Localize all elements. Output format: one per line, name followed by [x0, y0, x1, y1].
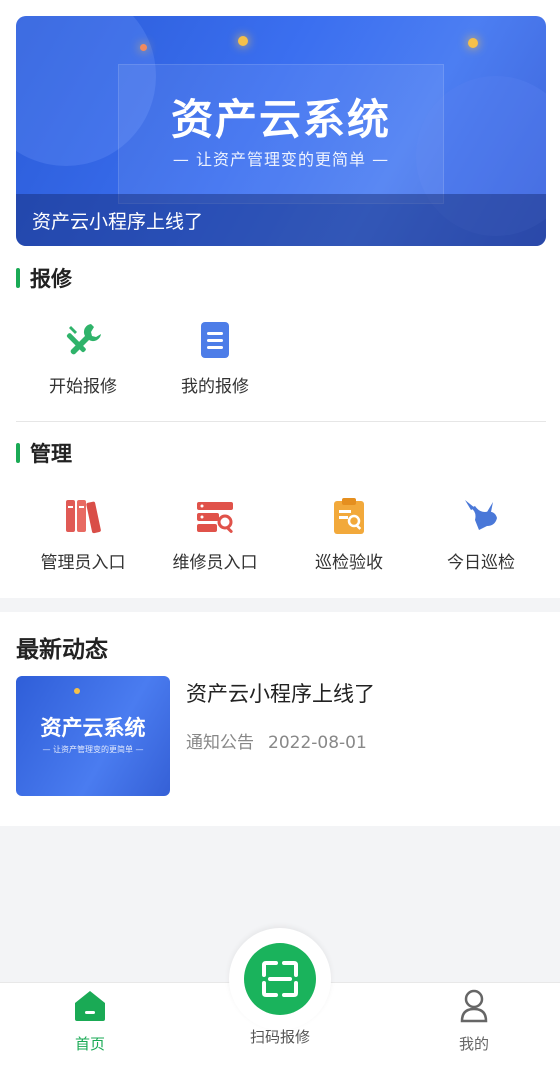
section-header-repair: 报修	[16, 263, 72, 293]
thumb-title: 资产云系统	[40, 716, 146, 740]
section-title: 管理	[30, 442, 72, 466]
scan-repair-button[interactable]	[244, 943, 316, 1015]
document-icon	[195, 320, 235, 360]
banner-light-dot	[140, 44, 147, 51]
start-repair-button[interactable]: 开始报修	[18, 320, 148, 400]
admin-entry-button[interactable]: 管理员入口	[18, 496, 148, 576]
clipboard-check-icon	[329, 496, 369, 536]
thumb-subtitle: — 让资产管理变的更简单 —	[42, 745, 144, 754]
section-accent-bar	[16, 268, 20, 288]
news-item-title[interactable]: 资产云小程序上线了	[186, 678, 375, 708]
thumb-light-dot	[74, 688, 80, 694]
wrench-screwdriver-icon	[63, 320, 103, 360]
repairer-entry-button[interactable]: 维修员入口	[150, 496, 280, 576]
banner-carousel[interactable]: 资产云系统 — 让资产管理变的更简单 — 资产云小程序上线了	[16, 16, 546, 246]
news-thumbnail[interactable]: 资产云系统 — 让资产管理变的更简单 —	[16, 676, 170, 796]
banner-light-dot	[468, 38, 478, 48]
today-inspection-label: 今日巡检	[447, 553, 515, 573]
section-divider	[16, 421, 546, 422]
news-item-category: 通知公告	[186, 733, 254, 753]
user-icon	[460, 989, 488, 1023]
banner-light-dot	[238, 36, 248, 46]
section-accent-bar	[16, 443, 20, 463]
tab-mine-label: 我的	[458, 1035, 489, 1053]
start-repair-label: 开始报修	[49, 377, 117, 397]
news-section-title: 最新动态	[16, 637, 108, 663]
banner-caption-bar: 资产云小程序上线了	[16, 194, 546, 246]
news-item-meta: 通知公告 2022-08-01	[186, 728, 367, 753]
today-inspection-button[interactable]: 今日巡检	[416, 496, 546, 576]
server-search-icon	[195, 496, 235, 536]
bull-icon	[461, 496, 501, 536]
scan-icon	[262, 961, 298, 997]
my-repairs-label: 我的报修	[181, 377, 249, 397]
inspection-acceptance-label: 巡检验收	[315, 553, 383, 573]
my-repairs-button[interactable]: 我的报修	[150, 320, 280, 400]
banner-subtitle: — 让资产管理变的更简单 —	[172, 150, 390, 169]
section-header-manage: 管理	[16, 438, 72, 468]
news-panel: 最新动态 资产云系统 — 让资产管理变的更简单 — 资产云小程序上线了 通知公告…	[0, 612, 560, 826]
inspection-acceptance-button[interactable]: 巡检验收	[284, 496, 414, 576]
banner-caption: 资产云小程序上线了	[32, 211, 204, 233]
admin-entry-label: 管理员入口	[40, 553, 126, 573]
tab-mine[interactable]: 我的	[424, 989, 524, 1054]
section-title: 报修	[30, 267, 72, 291]
tab-home[interactable]: 首页	[40, 989, 140, 1054]
books-icon	[63, 496, 103, 536]
tab-home-label: 首页	[74, 1035, 105, 1053]
news-item-date: 2022-08-01	[268, 733, 367, 753]
home-icon	[75, 991, 105, 1021]
banner-title: 资产云系统	[170, 95, 391, 144]
scan-repair-label: 扫码报修	[249, 1028, 310, 1046]
repairer-entry-label: 维修员入口	[172, 553, 258, 573]
